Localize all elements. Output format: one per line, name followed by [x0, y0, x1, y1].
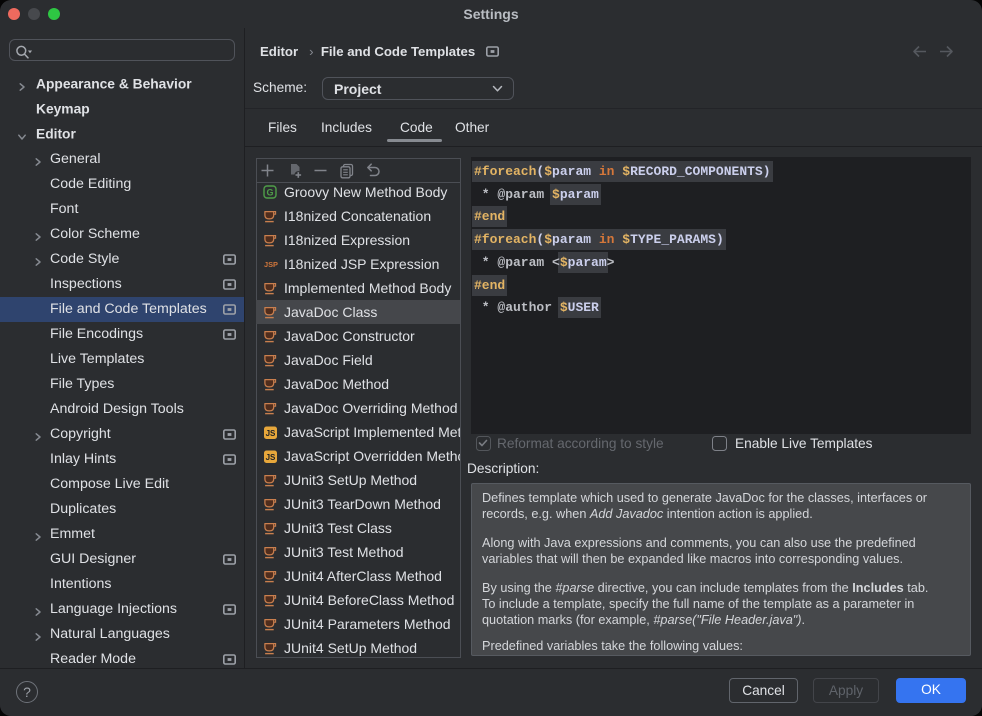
- svg-text:G: G: [266, 187, 273, 197]
- svg-text:JS: JS: [266, 453, 276, 462]
- svg-text:JSP: JSP: [264, 260, 278, 269]
- svg-text:JS: JS: [266, 429, 276, 438]
